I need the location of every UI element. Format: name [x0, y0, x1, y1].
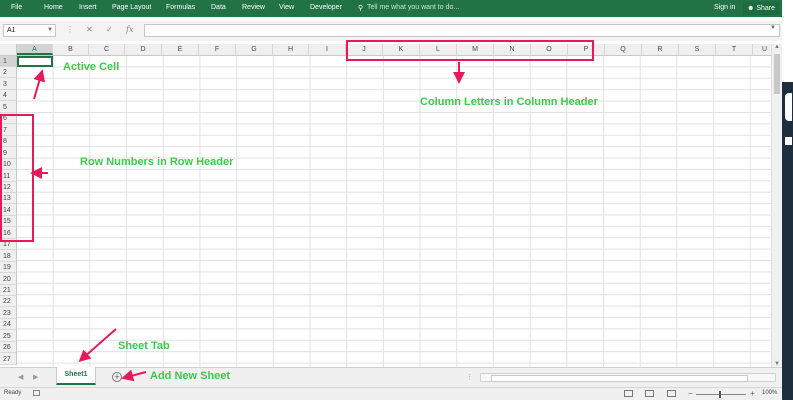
- arrow-to-active-cell: [33, 69, 46, 100]
- arrow-to-add-sheet: [121, 369, 147, 382]
- annotation-arrows: [30, 62, 465, 382]
- arrow-to-sheet-tab: [78, 328, 117, 362]
